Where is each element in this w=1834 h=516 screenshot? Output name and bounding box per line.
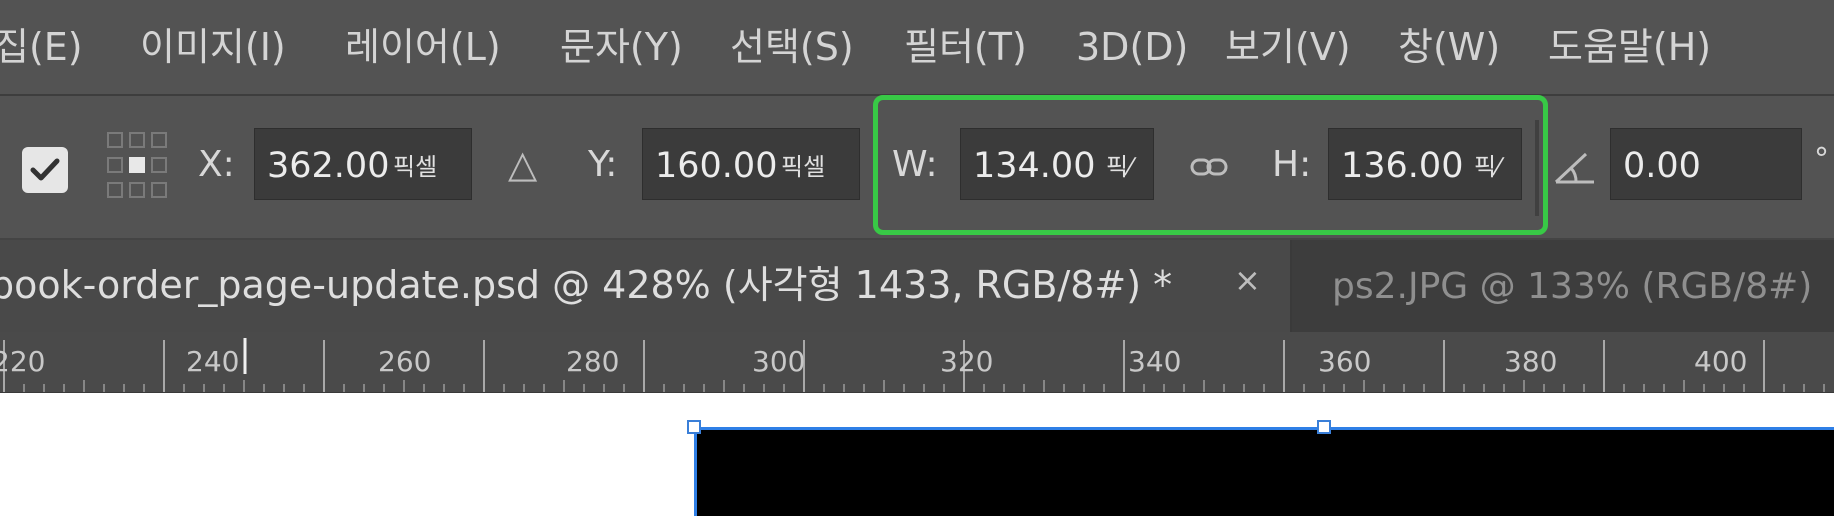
transform-handle-top-left[interactable] <box>687 420 701 434</box>
menu-layer[interactable]: 레이어(L) <box>345 0 501 94</box>
ruler-ticks <box>3 338 1825 392</box>
size-highlight-box <box>873 95 1548 235</box>
ruler-label: 240 <box>186 345 240 378</box>
tab-book-order[interactable]: book-order_page-update.psd @ 428% (사각형 1… <box>0 240 1290 332</box>
rotate-field[interactable]: 0.00 <box>1610 128 1802 200</box>
selected-rectangle-shape[interactable] <box>694 427 1834 516</box>
menu-window[interactable]: 창(W) <box>1398 0 1500 94</box>
y-unit: 픽셀 <box>781 153 826 181</box>
y-field[interactable]: 160.00 픽셀 <box>642 128 860 200</box>
horizontal-ruler[interactable]: 220 240 260 280 300 320 340 360 380 400 <box>0 332 1834 393</box>
tab-title: book-order_page-update.psd @ 428% (사각형 1… <box>0 263 1173 307</box>
tab-title: ps2.JPG @ 133% (RGB/8#) <box>1332 266 1813 307</box>
menu-image[interactable]: 이미지(I) <box>140 0 286 94</box>
degree-symbol: ° <box>1814 142 1829 177</box>
ruler-label: 360 <box>1318 345 1372 378</box>
y-value: 160.00 <box>655 146 778 186</box>
ruler-label: 300 <box>752 345 806 378</box>
ruler-label: 220 <box>0 345 46 378</box>
menu-select[interactable]: 선택(S) <box>730 0 854 94</box>
relative-positioning-icon[interactable]: △ <box>508 144 537 184</box>
x-unit: 픽셀 <box>393 153 438 181</box>
menu-filter[interactable]: 필터(T) <box>904 0 1027 94</box>
ruler-label: 400 <box>1694 345 1748 378</box>
checkmark-icon <box>30 158 60 181</box>
rotate-value: 0.00 <box>1623 146 1701 186</box>
ruler-label: 380 <box>1504 345 1558 378</box>
ruler-label: 340 <box>1128 345 1182 378</box>
x-field[interactable]: 362.00 픽셀 <box>254 128 472 200</box>
ruler-label: 320 <box>940 345 994 378</box>
ruler-label: 260 <box>378 345 432 378</box>
menu-bar: 집(E) 이미지(I) 레이어(L) 문자(Y) 선택(S) 필터(T) 3D(… <box>0 0 1834 94</box>
tab-ps2[interactable]: ps2.JPG @ 133% (RGB/8#) <box>1292 240 1834 332</box>
transform-handle-top-center[interactable] <box>1317 420 1331 434</box>
menu-3d[interactable]: 3D(D) <box>1076 0 1188 94</box>
reference-point-checkbox[interactable] <box>22 147 68 193</box>
reference-point-icon[interactable] <box>106 131 168 199</box>
menu-type[interactable]: 문자(Y) <box>560 0 683 94</box>
x-label: X: <box>198 144 235 185</box>
menu-edit[interactable]: 집(E) <box>0 0 83 94</box>
rotate-angle-icon <box>1554 152 1594 184</box>
y-label: Y: <box>588 144 618 185</box>
menu-view[interactable]: 보기(V) <box>1225 0 1351 94</box>
close-icon[interactable]: × <box>1234 260 1261 300</box>
menu-help[interactable]: 도움말(H) <box>1548 0 1711 94</box>
x-value: 362.00 <box>267 146 390 186</box>
ruler-label: 280 <box>566 345 620 378</box>
